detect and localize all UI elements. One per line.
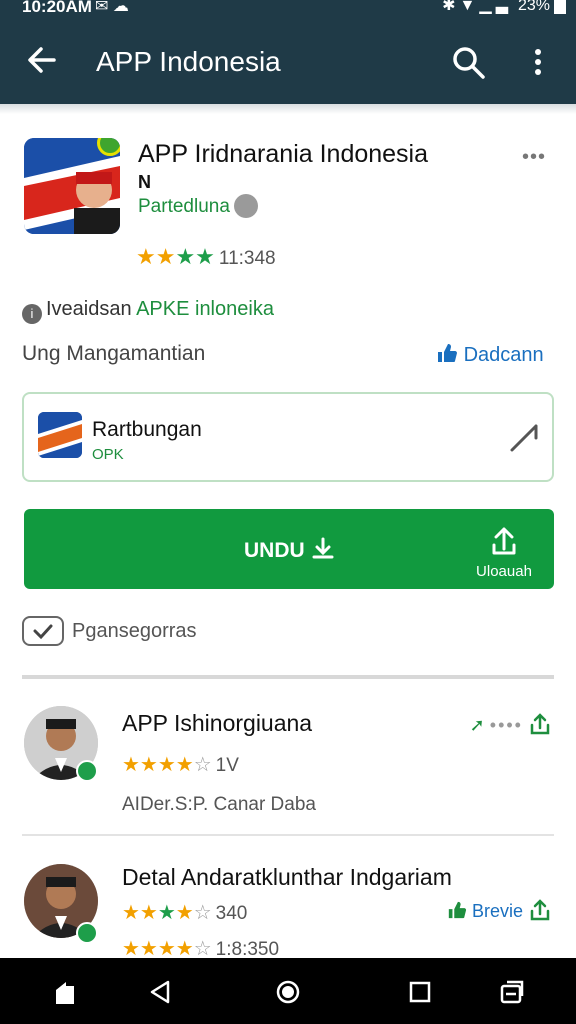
app-bar-shadow <box>0 104 576 114</box>
install-button-label: UNDU <box>244 537 335 563</box>
list-item[interactable]: APP Ishinorgiuana ★★★★☆ 1V AIDer.S:P. Can… <box>0 700 576 830</box>
search-icon[interactable] <box>448 42 488 82</box>
open-arrow-icon[interactable] <box>508 422 540 454</box>
list-item-title: APP Ishinorgiuana <box>122 710 313 736</box>
app-rating: ★★★★ 11:348 <box>136 244 276 270</box>
thumb-up-icon <box>448 901 467 919</box>
back-nav-icon[interactable] <box>146 978 174 1006</box>
more-dots-icon[interactable]: •••• <box>490 715 523 735</box>
developer-link[interactable]: Partedluna <box>138 196 230 218</box>
card-icon-artwork <box>38 412 82 458</box>
star-icon: ★★★★ <box>122 754 194 776</box>
system-nav-bar <box>0 958 576 1024</box>
share-icon[interactable] <box>528 712 552 736</box>
verified-badge-icon <box>76 922 98 944</box>
download-icon <box>312 537 334 559</box>
star-outline-icon: ☆ <box>193 938 212 960</box>
category-label: Ung Mangamantian <box>22 342 206 365</box>
share-button[interactable]: Uloauah <box>454 525 554 585</box>
info-icon: i <box>22 304 42 324</box>
card-title: Rartbungan <box>92 418 202 441</box>
app-bar: APP Indonesia <box>0 20 576 104</box>
list-item-rating: ★★★★☆ 340 <box>122 900 247 925</box>
app-subtitle: N <box>138 172 151 192</box>
rating-count: 11:348 <box>218 248 276 269</box>
info-prefix: Iveaidsan <box>46 298 137 320</box>
battery-percent: 23% <box>517 0 550 14</box>
star-icon: ★★★★ <box>122 938 194 960</box>
shield-check-icon <box>22 616 64 646</box>
list-item-meta: AIDer.S:P. Canar Daba <box>122 794 316 815</box>
star-icon: ★★ <box>175 244 215 269</box>
battery-icon <box>554 0 566 14</box>
overflow-menu-icon[interactable]: ••• <box>522 146 546 169</box>
home-alt-icon[interactable] <box>52 978 80 1006</box>
thumb-up-icon <box>438 344 457 362</box>
notification-icons: ✉ ☁ <box>95 0 129 15</box>
app-name: APP Iridnarania Indonesia <box>138 140 429 168</box>
recents-nav-icon[interactable] <box>406 978 434 1006</box>
card-app-icon <box>38 412 82 458</box>
download-link-label: Dadcann <box>463 344 544 366</box>
star-icon: ★ <box>157 902 176 924</box>
status-bar: 10:20AM ✉ ☁ ✱▼▁▃ 23% <box>0 0 576 20</box>
developer-avatar-icon <box>234 194 258 218</box>
verified-badge-icon <box>76 760 98 782</box>
status-time: 10:20AM <box>22 0 92 16</box>
signal-icons: ✱▼▁▃ <box>442 0 512 14</box>
info-highlight[interactable]: APKE inloneika <box>136 298 274 320</box>
star-outline-icon: ☆ <box>193 902 212 924</box>
star-outline-icon: ☆ <box>193 754 212 776</box>
check-icon <box>33 624 53 640</box>
star-icon: ★★ <box>122 902 158 924</box>
list-item-title: Detal Andaratklunthar Indgariam <box>122 864 452 890</box>
star-icon: ★ <box>175 902 194 924</box>
list-item[interactable]: Detal Andaratklunthar Indgariam ★★★★☆ 340… <box>0 856 576 960</box>
install-label-text: UNDU <box>244 539 305 562</box>
back-arrow-icon[interactable] <box>22 40 62 80</box>
row-divider <box>22 834 554 836</box>
list-item-actions[interactable]: ➚ •••• <box>470 712 552 736</box>
rating-count-secondary: 1:8:350 <box>215 939 280 960</box>
app-bar-title: APP Indonesia <box>96 46 281 77</box>
share-icon[interactable] <box>528 898 552 922</box>
data-safety-label: Pgansegorras <box>72 620 197 642</box>
share-icon <box>492 527 516 555</box>
install-button[interactable]: UNDU Uloauah <box>24 509 554 589</box>
rating-count: 1V <box>215 755 239 776</box>
list-item-actions[interactable]: Brevie <box>447 898 552 922</box>
card-subtitle: OPK <box>92 446 124 463</box>
section-divider <box>22 675 554 679</box>
download-link[interactable]: Dadcann <box>436 342 544 367</box>
related-card[interactable]: Rartbungan OPK <box>22 392 554 482</box>
info-line: i Iveaidsan APKE inloneika <box>22 298 274 324</box>
app-icon <box>24 138 120 234</box>
star-icon: ★★ <box>136 244 176 269</box>
screenshot-nav-icon[interactable] <box>498 978 526 1006</box>
home-nav-icon[interactable] <box>274 978 302 1006</box>
thumb-up-icon[interactable]: ➚ <box>470 715 485 735</box>
review-link[interactable]: Brevie <box>472 901 523 921</box>
rating-count: 340 <box>215 903 248 924</box>
share-label: Uloauah <box>476 563 532 580</box>
list-item-rating: ★★★★☆ 1V <box>122 752 239 777</box>
more-vert-icon[interactable] <box>526 42 550 82</box>
